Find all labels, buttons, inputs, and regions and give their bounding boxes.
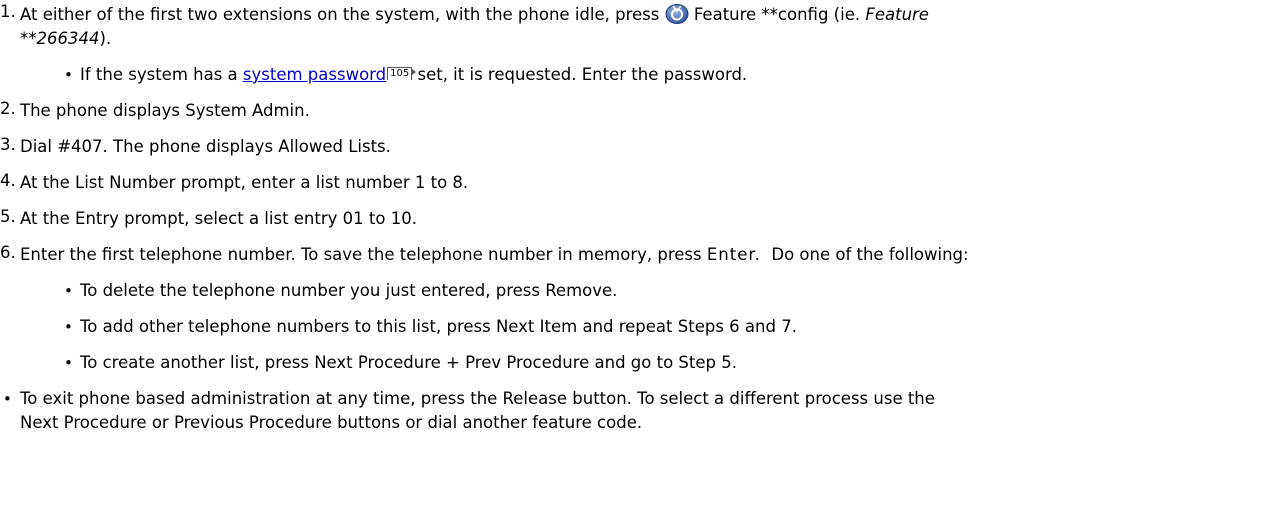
step-2: 2. The phone displays System Admin. <box>0 99 1280 123</box>
procedure-page: 1. At either of the first two extensions… <box>0 2 1280 435</box>
list-item: To delete the telephone number you just … <box>20 279 1280 303</box>
step-6: 6. Enter the first telephone number. To … <box>0 243 1280 375</box>
step-6-text: Enter the first telephone number. To sav… <box>20 245 707 264</box>
system-password-link[interactable]: system password <box>243 65 386 84</box>
step-number: 1. <box>0 2 16 21</box>
step-4-text: At the List Number prompt, enter a list … <box>20 173 469 192</box>
feature-example-code: **266344 <box>20 29 100 48</box>
step-6-bullets: To delete the telephone number you just … <box>20 279 1280 375</box>
step-3-text: Dial #407. The phone displays Allowed Li… <box>20 137 391 156</box>
step-4: 4. At the List Number prompt, enter a li… <box>0 171 1280 195</box>
step-5-text: At the Entry prompt, select a list entry… <box>20 209 417 228</box>
step-3: 3. Dial #407. The phone displays Allowed… <box>0 135 1280 159</box>
step-1-text: At either of the first two extensions on… <box>20 5 665 24</box>
enter-key-label: Enter. <box>706 245 761 264</box>
list-item: If the system has a system password105 s… <box>20 63 1280 87</box>
list-item: To create another list, press Next Proce… <box>20 351 1280 375</box>
feature-example: Feature <box>865 5 929 24</box>
exit-note-line-2: Next Procedure or Previous Procedure but… <box>20 413 643 432</box>
exit-note-line-1: To exit phone based administration at an… <box>20 389 935 408</box>
step-1-text-b: Feature **config (ie. <box>688 5 866 24</box>
page-reference[interactable]: 105 <box>387 67 417 80</box>
steps-list: 1. At either of the first two extensions… <box>0 2 1280 375</box>
list-item: To add other telephone numbers to this l… <box>20 315 1280 339</box>
exit-note: To exit phone based administration at an… <box>0 387 1280 435</box>
step-5: 5. At the Entry prompt, select a list en… <box>0 207 1280 231</box>
step-2-text: The phone displays System Admin. <box>20 101 310 120</box>
feature-icon <box>665 2 689 24</box>
step-1: 1. At either of the first two extensions… <box>0 2 1280 87</box>
step-1-bullets: If the system has a system password105 s… <box>20 63 1280 87</box>
